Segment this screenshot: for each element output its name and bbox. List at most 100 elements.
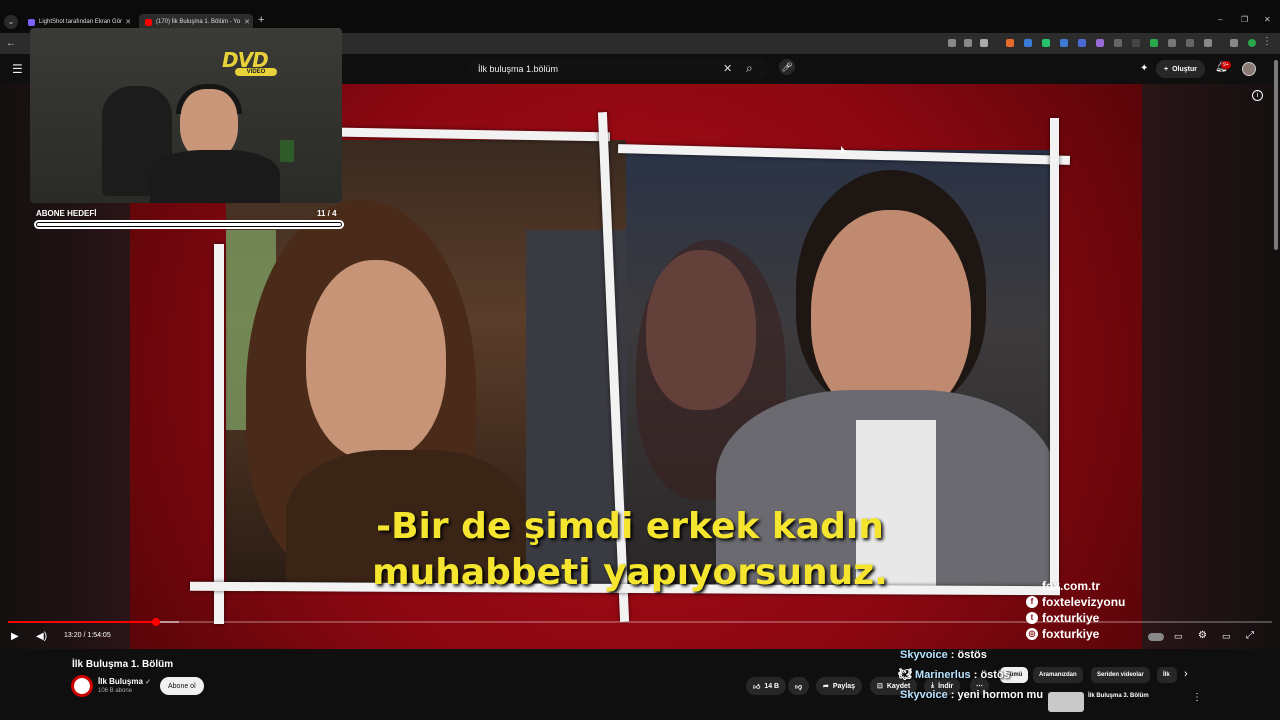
chat-text: östös bbox=[980, 669, 1010, 681]
close-window-button[interactable]: ✕ bbox=[1264, 15, 1271, 24]
extension-icon[interactable] bbox=[1096, 39, 1104, 47]
channel-name[interactable]: İlk Buluşma ✓ bbox=[98, 677, 151, 686]
extension-icon[interactable] bbox=[1168, 39, 1176, 47]
clear-search-icon[interactable]: ✕ bbox=[723, 62, 732, 75]
video-title: İlk Buluşma 1. Bölüm bbox=[72, 659, 174, 670]
extension-icon[interactable] bbox=[1114, 39, 1122, 47]
whatsapp-icon[interactable] bbox=[1042, 39, 1050, 47]
extension-icon[interactable] bbox=[1132, 39, 1140, 47]
scrubber-handle[interactable] bbox=[151, 618, 160, 626]
eye-off-icon[interactable] bbox=[964, 39, 972, 47]
channel-avatar[interactable] bbox=[71, 675, 93, 697]
volume-icon[interactable]: ◀︎) bbox=[36, 631, 47, 642]
verified-check-icon: ✓ bbox=[145, 679, 152, 686]
theater-mode-icon[interactable]: ▭ bbox=[1222, 631, 1231, 642]
recommended-thumbnail[interactable] bbox=[1048, 692, 1084, 712]
profile-icon[interactable] bbox=[1248, 39, 1256, 47]
webcam-overlay: DVD VIDEO bbox=[30, 28, 342, 203]
tab-search-button[interactable]: ⌄ bbox=[4, 15, 18, 29]
settings-gear-icon[interactable]: ⚙ bbox=[1198, 630, 1207, 641]
lightshot-favicon-icon bbox=[28, 18, 35, 26]
bookmark-star-icon[interactable] bbox=[980, 39, 988, 47]
streamer-shirt bbox=[150, 150, 280, 203]
subscriber-goal-label: ABONE HEDEFİ bbox=[36, 209, 97, 218]
create-button[interactable]: + Oluştur bbox=[1156, 60, 1205, 78]
extension-icon[interactable] bbox=[1024, 39, 1032, 47]
share-arrow-icon: ➦ bbox=[823, 683, 829, 690]
extensions-puzzle-icon[interactable] bbox=[1204, 39, 1212, 47]
microphone-icon[interactable]: 🎤︎ bbox=[779, 59, 795, 75]
frame-bar bbox=[214, 244, 224, 624]
man-face bbox=[811, 210, 971, 420]
headset-icon bbox=[176, 84, 242, 114]
fullscreen-icon[interactable]: ⤢ bbox=[1246, 630, 1254, 641]
chat-username: Skyvoice bbox=[900, 649, 948, 661]
autoplay-toggle[interactable] bbox=[1148, 633, 1164, 641]
youtube-favicon-icon bbox=[145, 18, 152, 26]
played-bar bbox=[8, 621, 156, 623]
video-letterbox-right bbox=[1142, 84, 1280, 649]
subscribe-button[interactable]: Abone ol bbox=[160, 677, 204, 695]
extension-icon[interactable] bbox=[1150, 39, 1158, 47]
recommended-title[interactable]: İlk Buluşma 3. Bölüm bbox=[1088, 693, 1149, 699]
instagram-handle: foxturkiye bbox=[1042, 627, 1100, 641]
dislike-button[interactable]: 👎︎ bbox=[788, 677, 810, 695]
video-subtitles: -Bir de şimdi erkek kadın muhabbeti yapı… bbox=[300, 504, 960, 596]
sidebar-icon[interactable] bbox=[1230, 39, 1238, 47]
share-button[interactable]: ➦ Paylaş bbox=[816, 677, 863, 695]
extension-icon[interactable] bbox=[1186, 39, 1194, 47]
bookmark-icon: ⊡ bbox=[877, 683, 883, 690]
close-tab-icon[interactable]: ✕ bbox=[244, 18, 250, 26]
plus-icon: + bbox=[1164, 65, 1169, 73]
tab-title: LightShot tarafından Ekran Gör bbox=[39, 19, 123, 25]
search-input[interactable]: İlk buluşma 1.bölüm ✕ ⌕ bbox=[468, 58, 768, 80]
search-query: İlk buluşma 1.bölüm bbox=[478, 64, 559, 74]
time-display: 13:20 / 1:54:05 bbox=[64, 632, 111, 639]
close-tab-icon[interactable]: ✕ bbox=[125, 18, 131, 26]
chat-message: Skyvoice : östös bbox=[900, 649, 987, 661]
chip-from-search[interactable]: Aramanızdan bbox=[1033, 667, 1083, 683]
play-icon[interactable]: ▶ bbox=[11, 631, 19, 642]
search-icon[interactable]: ⌕ bbox=[746, 61, 753, 76]
chip-series-videos[interactable]: Seriden videolar bbox=[1091, 667, 1150, 683]
back-arrow-icon[interactable]: ← bbox=[6, 38, 16, 49]
avatar[interactable] bbox=[1242, 62, 1256, 76]
desk-item bbox=[280, 140, 294, 162]
hamburger-menu-icon[interactable]: ☰ bbox=[12, 62, 23, 76]
create-label: Oluştur bbox=[1172, 65, 1197, 73]
like-button[interactable]: 👍︎ 14 B bbox=[746, 677, 787, 695]
restore-button[interactable]: ❐ bbox=[1241, 15, 1248, 24]
captions-icon[interactable]: ▭ bbox=[1174, 631, 1183, 642]
subscriber-goal-bar bbox=[34, 220, 344, 229]
recommendation-menu-icon[interactable]: ⋮ bbox=[1192, 692, 1202, 703]
dvd-logo-sub: VIDEO bbox=[235, 68, 277, 76]
notification-badge: 9+ bbox=[1221, 61, 1231, 69]
video-progress-bar[interactable] bbox=[8, 621, 1272, 623]
chat-message: Skyvoice : yeni hormon mu bbox=[900, 689, 1044, 701]
gamepad-icon[interactable]: ✦ bbox=[1140, 63, 1148, 74]
page-scrollbar[interactable] bbox=[1274, 60, 1278, 250]
instagram-icon: ◎ bbox=[1026, 628, 1038, 640]
new-tab-button[interactable]: + bbox=[258, 14, 264, 26]
info-icon[interactable]: i bbox=[1252, 90, 1263, 101]
cast-icon[interactable] bbox=[948, 39, 956, 47]
subscriber-goal-count: 11 / 4 bbox=[317, 209, 337, 218]
minimize-button[interactable]: – bbox=[1218, 15, 1222, 24]
extension-icon[interactable] bbox=[1060, 39, 1068, 47]
subscriber-goal-fill bbox=[37, 223, 341, 226]
extension-icon[interactable] bbox=[1006, 39, 1014, 47]
facebook-icon: f bbox=[1026, 596, 1038, 608]
subtitle-line: muhabbeti yapıyorsunuz. bbox=[372, 552, 888, 593]
thumbs-down-icon: 👎︎ bbox=[795, 683, 803, 691]
chat-username: Skyvoice bbox=[900, 689, 948, 701]
subscriber-count: 106 B abone bbox=[98, 688, 133, 694]
tab-title: (170) İlk Buluşma 1. Bölüm - Yo bbox=[156, 19, 241, 25]
subtitle-line: -Bir de şimdi erkek kadın bbox=[376, 506, 884, 547]
woman-face bbox=[306, 260, 446, 460]
like-count: 14 B bbox=[764, 682, 780, 690]
chevron-right-icon[interactable]: › bbox=[1184, 668, 1188, 680]
browser-menu-icon[interactable]: ⋮ bbox=[1262, 36, 1272, 47]
chip-ilk[interactable]: İlk bbox=[1157, 667, 1177, 683]
thumbs-up-icon: 👍︎ bbox=[753, 683, 761, 691]
extension-icon[interactable] bbox=[1078, 39, 1086, 47]
